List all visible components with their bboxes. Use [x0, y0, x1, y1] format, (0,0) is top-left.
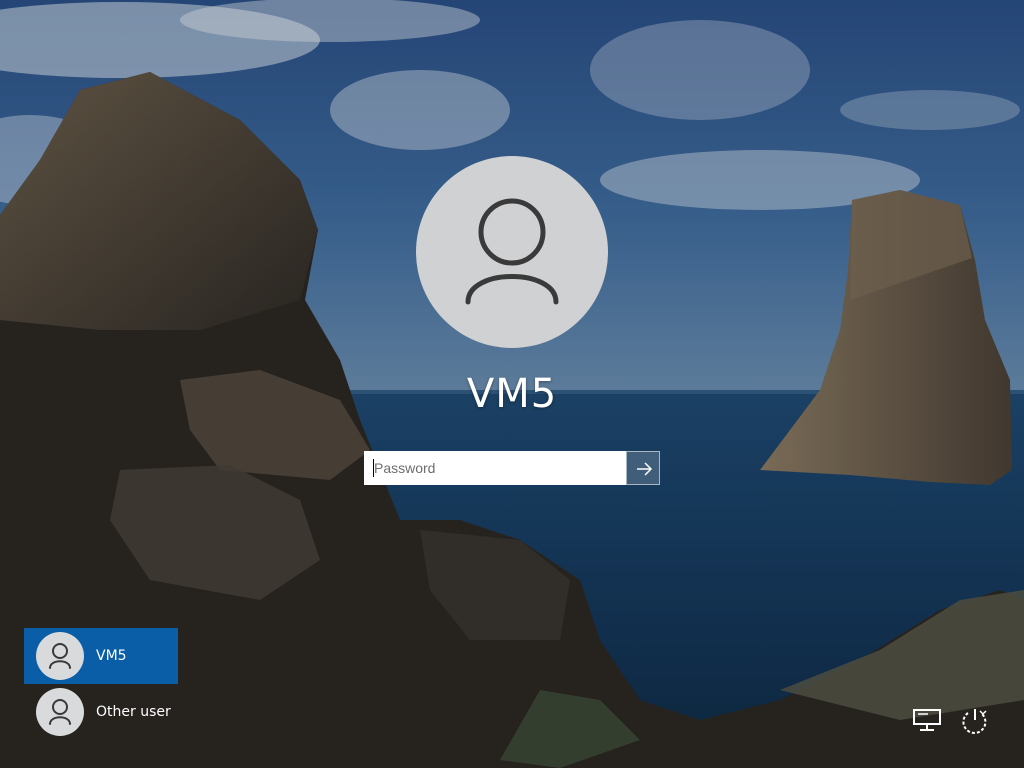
- user-avatar: [416, 156, 608, 348]
- user-list-item-label: Other user: [96, 704, 171, 720]
- network-icon: [913, 709, 941, 731]
- password-form: [364, 451, 660, 485]
- user-list-item-label: VM5: [96, 648, 127, 664]
- user-list-item-vm5[interactable]: VM5: [24, 628, 178, 684]
- power-icon: [962, 709, 987, 734]
- power-button[interactable]: [956, 705, 992, 737]
- username-label: VM5: [466, 371, 558, 417]
- password-input[interactable]: [364, 451, 626, 485]
- user-avatar-small: [36, 632, 84, 680]
- user-icon: [49, 699, 71, 725]
- text-caret: [373, 459, 374, 477]
- lock-screen: VM5 VM5 Other user: [0, 0, 1024, 768]
- user-list-item-other-user[interactable]: Other user: [24, 684, 178, 740]
- arrow-right-icon: [637, 462, 653, 476]
- user-icon: [465, 198, 559, 305]
- submit-button[interactable]: [626, 451, 660, 485]
- user-list: VM5 Other user: [24, 628, 178, 740]
- user-icon: [49, 643, 71, 669]
- user-avatar-small: [36, 688, 84, 736]
- network-button[interactable]: [910, 706, 946, 738]
